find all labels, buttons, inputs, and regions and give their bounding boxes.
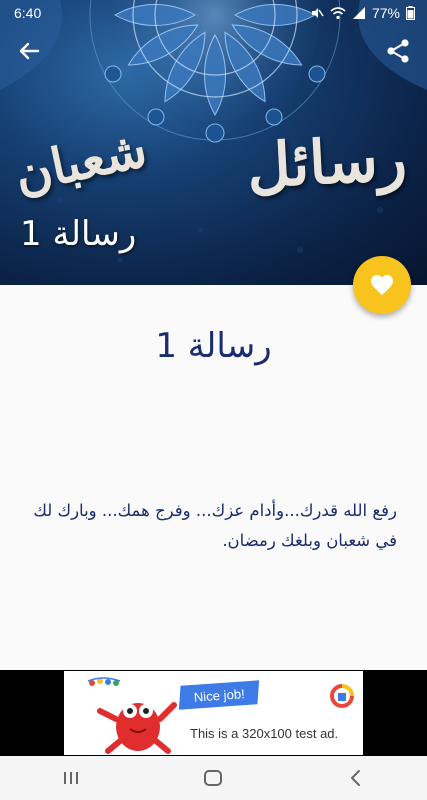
ad-logo-icon: [330, 684, 354, 708]
calligraphy-rasael: رسائل: [245, 123, 409, 203]
mute-icon: [311, 8, 324, 18]
ad-mascot-image: [87, 677, 177, 754]
ad-bubble-text: Nice job!: [192, 685, 246, 705]
message-body: رفع الله قدرك...وأدام عزك... وفرج همك...…: [33, 501, 397, 550]
back-button[interactable]: [14, 38, 44, 64]
share-button[interactable]: [383, 36, 413, 66]
ad-bubble: Nice job!: [178, 680, 260, 710]
wifi-icon: [330, 7, 346, 20]
header-image: 6:40 77% رسائل شعبان رسالة 1: [0, 0, 427, 285]
ad-banner[interactable]: Nice job! This is a 320x100 test ad.: [64, 671, 363, 755]
system-navigation-bar: [0, 756, 427, 800]
arrow-back-icon: [19, 42, 40, 60]
status-time: 6:40: [14, 5, 42, 21]
share-icon: [387, 39, 409, 63]
nav-back-button[interactable]: [326, 758, 386, 798]
nav-recents-button[interactable]: [41, 758, 101, 798]
hero-caption: رسالة 1: [20, 214, 137, 254]
ad-text: This is a 320x100 test ad.: [190, 726, 339, 741]
signal-icon: [352, 7, 365, 19]
nav-home-button[interactable]: [183, 758, 243, 798]
heart-icon: [371, 275, 393, 295]
battery-icon: [406, 6, 415, 20]
home-icon: [204, 770, 223, 786]
battery-percentage: 77%: [371, 5, 400, 21]
message-title: رسالة 1: [155, 326, 272, 366]
nav-back-icon: [350, 770, 360, 786]
favorite-button[interactable]: [353, 256, 411, 314]
recents-icon: [64, 772, 79, 784]
status-bar: 6:40 77%: [0, 0, 427, 26]
